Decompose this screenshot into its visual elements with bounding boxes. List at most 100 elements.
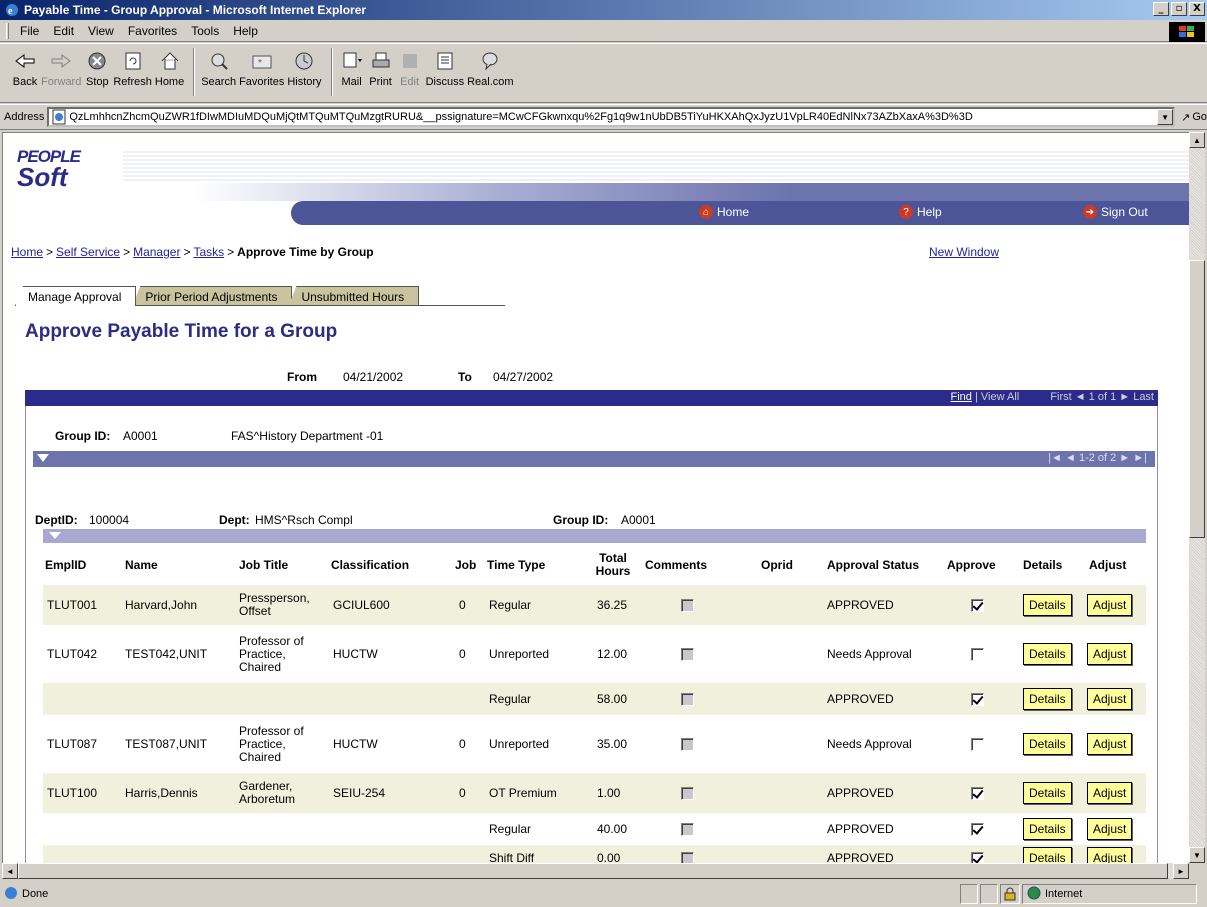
edit-button[interactable]: Edit [397,48,423,88]
cell-approval-status: APPROVED [827,785,894,800]
back-button[interactable]: Back [12,48,38,88]
approve-checkbox[interactable] [971,647,984,661]
header-nav-bar: ⌂ Home ? Help ➔ Sign Out [291,201,1189,225]
cell-comments [681,715,694,773]
adjust-button[interactable]: Adjust [1087,733,1133,755]
tab-manage-approval[interactable]: Manage Approval [15,286,137,306]
cell-approval-status: APPROVED [827,821,894,836]
close-button[interactable]: X [1189,2,1205,16]
to-date: 04/27/2002 [493,370,554,384]
details-button[interactable]: Details [1023,818,1072,840]
cell-classification: HUCTW [333,736,378,751]
collapse-triangle-icon[interactable] [37,454,49,462]
scroll-left-arrow-icon[interactable]: ◄ [2,863,18,879]
menu-edit[interactable]: Edit [46,24,81,38]
address-input[interactable]: QzLmhhcnZhcmQuZWR1fDIwMDIuMDQuMjQtMTQuMT… [47,107,1176,127]
scroll-right-arrow-icon[interactable]: ► [1173,863,1189,879]
page-viewport: PEOPLE Soft ⌂ Home ? Help ➔ Sign Out Hom… [2,132,1189,879]
mail-button[interactable]: Mail [339,48,365,88]
print-button[interactable]: Print [368,48,394,88]
go-button[interactable]: ↗ Go [1181,111,1207,124]
globe-icon [1027,886,1041,903]
discuss-button[interactable]: Discuss [426,48,464,88]
table-row: TLUT087 TEST087,UNIT Professor of Practice… [43,715,1146,773]
cell-name: Harris,Dennis [125,785,198,800]
view-all-link[interactable]: View All [981,391,1019,403]
cell-job: 0 [459,785,466,800]
search-button[interactable]: Search [201,48,236,88]
tab-prior-period-adjustments[interactable]: Prior Period Adjustments [132,286,293,306]
cell-time-type: Unreported [489,736,550,751]
col-oprid: Oprid [761,557,793,572]
status-bar: Done Internet [0,881,1207,907]
vertical-scroll-thumb[interactable] [1189,260,1205,538]
table-header-row: EmplID Name Job Title Classification Job… [43,545,1146,585]
first-last-nav[interactable]: First ◄ 1 of 1 ► Last [1050,391,1154,403]
breadcrumb: Home > Self Service > Manager > Tasks > Approve … [11,245,374,259]
cell-classification: GCIUL600 [333,597,390,612]
vertical-scrollbar[interactable]: ▲ ▼ [1189,132,1205,863]
breadcrumb-home[interactable]: Home [11,245,43,259]
scroll-down-arrow-icon[interactable]: ▼ [1189,847,1205,863]
stop-button[interactable]: Stop [84,48,110,88]
adjust-button[interactable]: Adjust [1087,643,1133,665]
cell-job: 0 [459,736,466,751]
dept-group-id-label: Group ID: [553,513,609,527]
grid-navigation: Find | View All First ◄ 1 of 1 ► Last [951,391,1154,403]
menu-help[interactable]: Help [226,24,265,38]
history-button[interactable]: History [287,48,322,88]
home-button[interactable]: Home [155,48,184,88]
approve-checkbox[interactable] [971,822,984,836]
time-table-band [43,529,1146,543]
collapse-triangle-icon[interactable] [49,532,61,539]
tab-unsubmitted-hours[interactable]: Unsubmitted Hours [288,286,420,306]
menu-tools[interactable]: Tools [184,24,226,38]
approve-checkbox[interactable] [971,598,984,612]
details-button[interactable]: Details [1023,688,1072,710]
adjust-button[interactable]: Adjust [1087,818,1133,840]
deptid-value: 100004 [89,513,130,527]
page-icon [51,109,67,125]
cell-approval-status: Needs Approval [827,736,912,751]
details-button[interactable]: Details [1023,643,1072,665]
find-link[interactable]: Find [951,391,972,403]
menu-view[interactable]: View [81,24,121,38]
nav-signout-link[interactable]: ➔ Sign Out [1083,205,1148,219]
scroll-up-arrow-icon[interactable]: ▲ [1189,132,1205,148]
group-description: FAS^History Department -01 [231,429,384,443]
approve-checkbox[interactable] [971,692,984,706]
adjust-button[interactable]: Adjust [1087,688,1133,710]
breadcrumb-manager[interactable]: Manager [133,245,180,259]
breadcrumb-self-service[interactable]: Self Service [56,245,120,259]
new-window-link[interactable]: New Window [929,245,999,259]
approve-checkbox[interactable] [971,786,984,800]
cell-job: 0 [459,597,466,612]
approve-checkbox[interactable] [971,737,984,751]
col-details: Details [1023,557,1063,572]
details-button[interactable]: Details [1023,782,1072,804]
forward-button[interactable]: Forward [41,48,81,88]
nav-help-link[interactable]: ? Help [899,205,942,219]
details-button[interactable]: Details [1023,594,1072,616]
menu-file[interactable]: File [13,24,46,38]
cell-details: Details [1023,585,1072,625]
back-arrow-icon [12,48,38,74]
menu-grip [6,22,9,39]
adjust-button[interactable]: Adjust [1087,782,1133,804]
breadcrumb-tasks[interactable]: Tasks [193,245,224,259]
horizontal-scrollbar[interactable]: ◄ ► [2,863,1189,879]
minimize-button[interactable]: _ [1153,2,1169,16]
realcom-button[interactable]: Real.com [467,48,514,88]
details-button[interactable]: Details [1023,733,1072,755]
nav-home-link[interactable]: ⌂ Home [699,205,749,219]
to-label: To [458,370,472,384]
menu-favorites[interactable]: Favorites [121,24,184,38]
favorites-button[interactable]: * Favorites [239,48,284,88]
adjust-button[interactable]: Adjust [1087,594,1133,616]
horizontal-scroll-thumb[interactable] [18,863,1168,879]
cell-approval-status: APPROVED [827,691,894,706]
address-dropdown-button[interactable]: ▼ [1157,109,1174,125]
dept-pager[interactable]: |◄ ◄ 1-2 of 2 ► ►| [1048,452,1147,464]
maximize-button[interactable]: ▫ [1171,2,1187,16]
refresh-button[interactable]: Refresh [113,48,152,88]
